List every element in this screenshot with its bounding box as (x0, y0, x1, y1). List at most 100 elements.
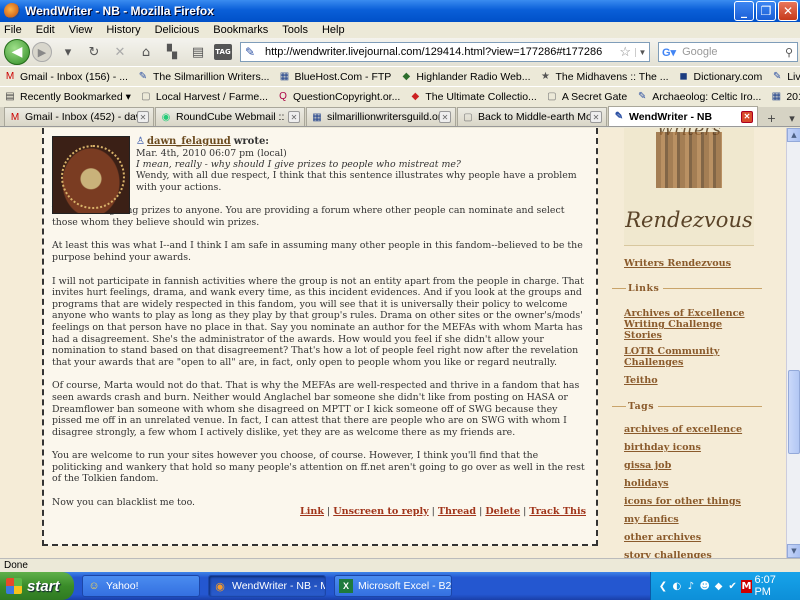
vertical-scrollbar[interactable]: ▲ ▼ (786, 128, 800, 558)
taskbar-item-label: Microsoft Excel - B2M... (358, 580, 452, 592)
tab-gmail[interactable]: M Gmail - Inbox (452) - dawnf...✕ (4, 107, 154, 126)
menu-tools[interactable]: Tools (282, 24, 308, 36)
sidebar-link-archives[interactable]: Archives of Excellence Writing Challenge… (624, 308, 754, 341)
bookmark-item[interactable]: ◆ Highlander Radio Web... (400, 71, 530, 83)
menu-view[interactable]: View (69, 24, 93, 36)
stop-icon[interactable]: ✕ (110, 42, 130, 62)
scroll-up-icon[interactable]: ▲ (787, 128, 800, 142)
menu-history[interactable]: History (106, 24, 140, 36)
bookmark-label: QuestionCopyright.or... (292, 90, 401, 103)
bookmark-item[interactable]: ▦ BlueHost.Com - FTP (278, 71, 392, 83)
writers-rendezvous-image[interactable]: Writers Rendezvous (624, 128, 754, 246)
tab-list-icon[interactable]: ▾ (784, 110, 800, 126)
bookmark-page-icon[interactable]: ▤ (188, 42, 208, 62)
tag-link[interactable]: icons for other things (624, 496, 741, 507)
new-tab-icon[interactable]: + (764, 110, 780, 126)
dropdown-history-icon[interactable]: ▾ (58, 42, 78, 62)
tab-middle-earth[interactable]: ▢ Back to Middle-earth Month...✕ (457, 107, 607, 126)
tag-link[interactable]: story challenges (624, 550, 712, 558)
bookmark-item[interactable]: ◆ The Ultimate Collectio... (409, 91, 536, 103)
yahoo-icon: ☺ (88, 580, 100, 592)
comment-paragraph: Of course, Marta would not do that. That… (52, 380, 580, 438)
tag-link[interactable]: archives of excellence (624, 424, 742, 435)
tag-link[interactable]: gissa job (624, 460, 671, 471)
forward-button[interactable]: ▶ (32, 42, 52, 62)
search-icon[interactable]: ⚲ (785, 46, 793, 59)
bookmark-item[interactable]: ▦ 2010 APA Guideline C... (770, 91, 800, 103)
bookmark-item[interactable]: ▤ Recently Bookmarked ▾ (4, 91, 131, 103)
delete-action[interactable]: Delete (485, 506, 520, 517)
bookmark-item[interactable]: ▢ Local Harvest / Farme... (140, 91, 268, 103)
menu-edit[interactable]: Edit (36, 24, 55, 36)
tag-button[interactable]: TAG (214, 44, 232, 60)
close-button[interactable]: ✕ (778, 1, 798, 21)
taskbar-item-firefox[interactable]: ◉ WendWriter - NB - M... (208, 575, 326, 597)
bookmark-item[interactable]: ✎ Archaeolog: Celtic Iro... (636, 91, 761, 103)
url-dropdown-icon[interactable]: ▼ (635, 47, 649, 57)
home-icon[interactable]: ⌂ (136, 42, 156, 62)
clock[interactable]: 6:07 PM (754, 574, 792, 598)
link-action[interactable]: Link (300, 506, 324, 517)
bookmark-item[interactable]: ✎ LiveJournal.com (771, 71, 800, 83)
messenger-icon[interactable]: ☻ (699, 580, 711, 593)
reload-icon[interactable]: ↻ (84, 42, 104, 62)
start-button[interactable]: start (0, 572, 74, 600)
minimize-button[interactable]: _ (734, 1, 754, 21)
restore-button[interactable]: ❐ (756, 1, 776, 21)
back-button[interactable]: ◀ (4, 39, 30, 65)
menu-bookmarks[interactable]: Bookmarks (213, 24, 268, 36)
menu-file[interactable]: File (4, 24, 22, 36)
security-icon[interactable]: ✔ (727, 580, 739, 593)
url-text[interactable]: http://wendwriter.livejournal.com/129414… (265, 46, 619, 58)
tag-link[interactable]: my fanfics (624, 514, 679, 525)
close-tab-icon[interactable]: ✕ (137, 111, 149, 123)
taskbar-item-yahoo[interactable]: ☺ Yahoo! (82, 575, 200, 597)
antivirus-icon[interactable]: ◆ (713, 580, 725, 593)
writers-rendezvous-link[interactable]: Writers Rendezvous (624, 258, 731, 269)
user-icon[interactable]: ♙ (136, 136, 145, 147)
close-tab-icon[interactable]: ✕ (741, 110, 753, 123)
scroll-thumb[interactable] (788, 370, 800, 454)
star-icon: ★ (541, 71, 550, 82)
menu-delicious[interactable]: Delicious (155, 24, 200, 36)
tag-link[interactable]: other archives (624, 532, 701, 543)
windows-logo-icon (6, 578, 22, 594)
search-input[interactable]: G▾ Google ⚲ (658, 42, 798, 62)
tab-wendwriter[interactable]: ✎ WendWriter - NB ✕ (608, 106, 758, 126)
bookmark-item[interactable]: ★ The Midhavens :: The ... (540, 71, 669, 83)
tag-link[interactable]: holidays (624, 478, 669, 489)
thread-action[interactable]: Thread (438, 506, 476, 517)
sidebar-link-lotr[interactable]: LOTR Community Challenges (624, 346, 734, 368)
window-title: WendWriter - NB - Mozilla Firefox (25, 4, 214, 18)
volume-icon[interactable]: ♪ (685, 580, 697, 593)
bookmark-item[interactable]: M Gmail - Inbox (156) - ... (4, 71, 128, 83)
close-tab-icon[interactable]: ✕ (439, 111, 451, 123)
comment-paragraph: At least this was what I--and I think I … (52, 240, 583, 263)
bookmark-item[interactable]: Q QuestionCopyright.or... (277, 91, 400, 103)
bookmark-item[interactable]: ▢ A Secret Gate (546, 91, 627, 103)
address-bar[interactable]: ✎ http://wendwriter.livejournal.com/1294… (240, 42, 650, 62)
tab-silmarillion[interactable]: ▦ silmarillionwritersguild.org - ...✕ (306, 107, 456, 126)
page-content: ♙ dawn_felagund wrote: Mar. 4th, 2010 06:… (0, 128, 786, 558)
taskbar-item-excel[interactable]: X Microsoft Excel - B2M... (334, 575, 452, 597)
unscreen-action[interactable]: Unscreen to reply (333, 506, 428, 517)
tag-link[interactable]: birthday icons (624, 442, 701, 453)
bookmark-item[interactable]: ✎ The Silmarillion Writers... (137, 71, 270, 83)
scroll-down-icon[interactable]: ▼ (787, 544, 800, 558)
tab-roundcube[interactable]: ◉ RoundCube Webmail :: Inbox✕ (155, 107, 305, 126)
sidebar-link-teitho[interactable]: Teitho (624, 375, 658, 386)
delicious-icon[interactable]: ▚ (162, 42, 182, 62)
google-icon[interactable]: G▾ (662, 46, 676, 59)
bookmark-star-icon[interactable]: ☆ (619, 44, 631, 60)
tray-expand-icon[interactable]: ❮ (657, 580, 669, 593)
mcafee-icon[interactable]: M (740, 579, 753, 593)
close-tab-icon[interactable]: ✕ (288, 111, 300, 123)
search-placeholder: Google (682, 46, 718, 58)
poster-username[interactable]: dawn_felagund (147, 136, 231, 147)
userpic-image[interactable] (52, 136, 130, 214)
track-action[interactable]: Track This (529, 506, 586, 517)
menu-help[interactable]: Help (322, 24, 345, 36)
network-icon[interactable]: ◐ (671, 580, 683, 593)
bookmark-item[interactable]: ◼ Dictionary.com (678, 71, 762, 83)
close-tab-icon[interactable]: ✕ (590, 111, 602, 123)
